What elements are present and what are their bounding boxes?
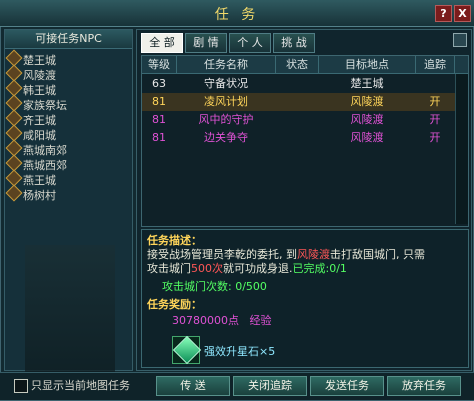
npc-item[interactable]: 燕城西郊 — [5, 154, 128, 172]
desc-title: 任务描述： — [147, 234, 202, 247]
npc-item[interactable]: 楚王城 — [5, 49, 128, 67]
close-icon[interactable]: X — [454, 5, 471, 22]
reward-item-name: 强效升星石×5 — [204, 345, 276, 358]
desc-line-2: 攻击城门500次就可功成身退.已完成:0/1 — [147, 262, 347, 275]
abandon-task-button[interactable]: 放弃任务 — [387, 376, 461, 396]
tab-story[interactable]: 剧 情 — [185, 33, 227, 53]
progress-text: 攻击城门次数: 0/500 — [162, 280, 267, 293]
show-current-map-label: 只显示当前地图任务 — [31, 379, 130, 392]
table-row[interactable]: 81 边关争夺 风陵渡 开 — [142, 129, 468, 147]
close-track-button[interactable]: 关闭追踪 — [233, 376, 307, 396]
reward-title: 任务奖励： — [147, 298, 202, 311]
desc-line-1: 接受战场管理员李乾的委托, 到风陵渡击打敌国城门, 只需 — [147, 248, 425, 261]
help-icon[interactable]: ? — [435, 5, 452, 22]
window-title: 任 务 — [214, 7, 260, 23]
col-name: 任务名称 — [177, 56, 276, 73]
table-scrollbar[interactable] — [455, 74, 468, 224]
col-target: 目标地点 — [319, 56, 416, 73]
teleport-button[interactable]: 传 送 — [156, 376, 230, 396]
npc-item[interactable]: 齐王城 — [5, 109, 128, 127]
npc-item[interactable]: 燕城南郊 — [5, 139, 128, 157]
npc-item[interactable]: 杨树村 — [5, 184, 128, 202]
col-status: 状态 — [276, 56, 319, 73]
npc-item[interactable]: 咸阳城 — [5, 124, 128, 142]
reward-exp: 30780000点 经验 — [172, 314, 272, 327]
table-row[interactable]: 81 风中的守护 风陵渡 开 — [142, 111, 468, 129]
reward-item-slot[interactable] — [172, 335, 202, 365]
npc-item[interactable]: 风陵渡 — [5, 64, 128, 82]
table-row-selected[interactable]: 81 凌风计划 风陵渡 开 — [142, 93, 468, 111]
npc-item[interactable]: 韩王城 — [5, 79, 128, 97]
col-track: 追踪 — [416, 56, 455, 73]
task-content: 全 部 剧 情 个 人 挑 战 等级 任务名称 状态 目标地点 追踪 63 守备… — [136, 29, 472, 371]
title-bar: 任 务 ? X — [0, 0, 474, 27]
tab-challenge[interactable]: 挑 战 — [273, 33, 315, 53]
tab-all[interactable]: 全 部 — [141, 33, 183, 53]
tab-personal[interactable]: 个 人 — [229, 33, 271, 53]
col-level: 等级 — [142, 56, 177, 73]
gem-icon — [172, 335, 202, 365]
npc-diamond-icon — [5, 184, 23, 202]
npc-panel-title: 可接任务NPC — [5, 30, 132, 49]
task-table: 等级 任务名称 状态 目标地点 追踪 63 守备状况 楚王城 81 凌风计划 风… — [141, 55, 469, 227]
table-header: 等级 任务名称 状态 目标地点 追踪 — [142, 56, 468, 74]
send-task-button[interactable]: 发送任务 — [310, 376, 384, 396]
npc-item[interactable]: 家族祭坛 — [5, 94, 128, 112]
npc-item[interactable]: 燕王城 — [5, 169, 128, 187]
show-current-map-checkbox[interactable] — [14, 379, 28, 393]
expand-icon[interactable] — [453, 33, 467, 47]
task-details: 任务描述： 接受战场管理员李乾的委托, 到风陵渡击打敌国城门, 只需 攻击城门5… — [141, 229, 469, 368]
npc-panel: 可接任务NPC 楚王城 风陵渡 韩王城 家族祭坛 齐王城 咸阳城 燕城南郊 燕城… — [4, 29, 133, 395]
table-row[interactable]: 63 守备状况 楚王城 — [142, 75, 468, 93]
bottom-bar: 只显示当前地图任务 传 送 关闭追踪 发送任务 放弃任务 — [0, 372, 474, 400]
